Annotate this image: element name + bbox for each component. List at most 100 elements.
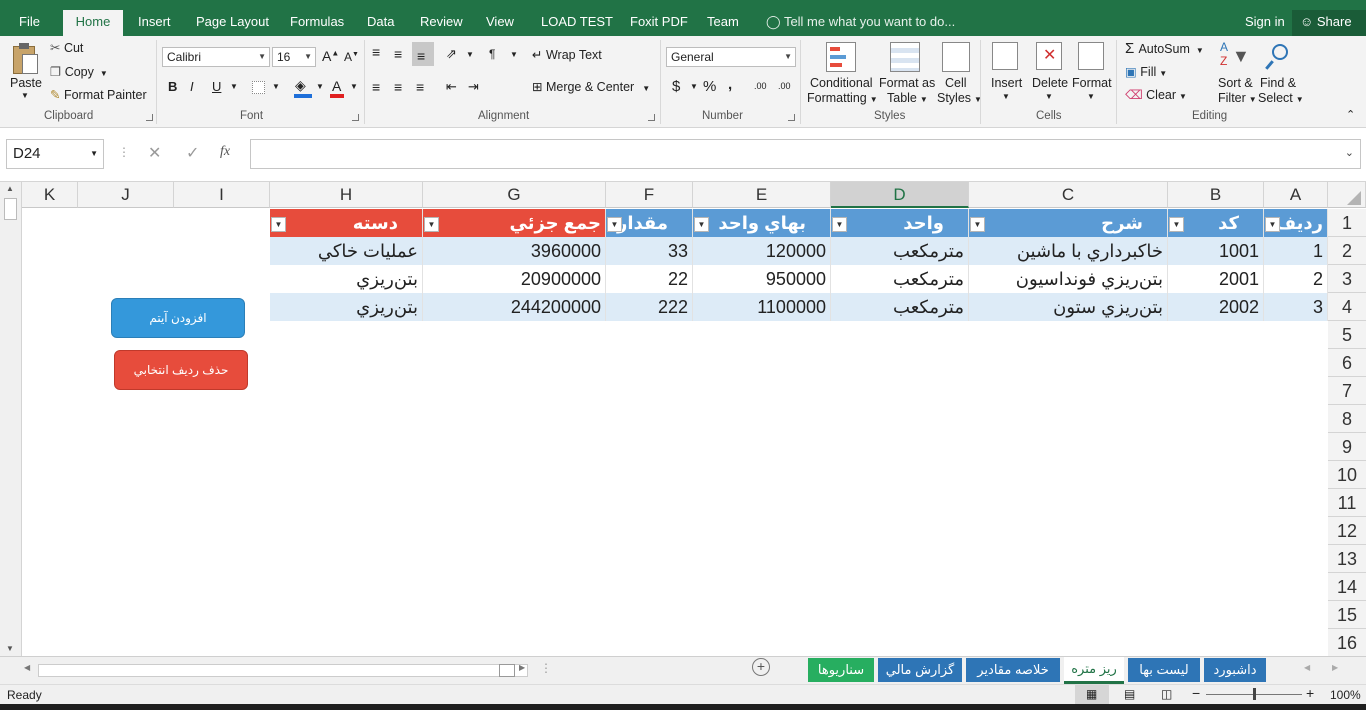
bottom-align-button[interactable]: ≡ (412, 42, 434, 66)
share-button[interactable]: ☺ Share (1292, 10, 1366, 36)
cell-category[interactable]: عمليات خاكي (270, 237, 423, 265)
align-left-icon[interactable]: ≡ (372, 79, 380, 95)
cell-unit[interactable]: مترمكعب (831, 293, 969, 321)
fill-dropdown-icon[interactable]: ▼ (316, 82, 324, 91)
worksheet-grid[interactable]: ▲ ▼ K J I H G F E D C B A 1 2 3 4 5 6 7 8 9 10 11 1… (0, 182, 1366, 657)
column-header[interactable]: I (174, 182, 270, 208)
tab-home[interactable]: Home (63, 10, 123, 36)
row-header[interactable]: 10 (1328, 461, 1366, 489)
sign-in-link[interactable]: Sign in (1245, 0, 1285, 36)
row-header[interactable]: 3 (1328, 265, 1366, 293)
vertical-scrollbar[interactable]: ▲ ▼ (0, 182, 22, 656)
chevron-down-icon[interactable]: ▼ (1045, 92, 1053, 101)
insert-cells-icon[interactable] (992, 42, 1018, 70)
formula-input[interactable]: ⌄ (250, 139, 1361, 169)
fill-button[interactable]: ▣ Fill ▼ (1125, 64, 1167, 79)
cell-subtotal[interactable]: 3960000 (423, 237, 606, 265)
scroll-right-icon[interactable]: ▶ (519, 663, 525, 672)
scroll-thumb[interactable] (4, 198, 17, 220)
filter-dropdown-icon[interactable]: ▼ (1169, 217, 1184, 232)
tab-scroll-right-icon[interactable]: ▶ (1332, 663, 1338, 672)
alignment-launcher-icon[interactable] (648, 114, 655, 121)
add-item-button[interactable]: افزودن آيتم (111, 298, 245, 338)
increase-decimal-button[interactable]: .00 (754, 81, 767, 91)
chevron-down-icon[interactable]: ▼ (1087, 92, 1095, 101)
sort-filter-button[interactable]: Sort & (1218, 76, 1253, 90)
filter-dropdown-icon[interactable]: ▼ (1265, 217, 1280, 232)
clipboard-launcher-icon[interactable] (146, 114, 153, 121)
filter-dropdown-icon[interactable]: ▼ (694, 217, 709, 232)
grow-font-button[interactable]: A▲ (322, 48, 339, 64)
page-break-view-icon[interactable]: ◫ (1161, 687, 1172, 701)
find-select-label2[interactable]: Select ▼ (1258, 91, 1304, 105)
cell-unit-price[interactable]: 1100000 (693, 293, 831, 321)
tab-team[interactable]: Team (707, 0, 739, 36)
row-header[interactable]: 2 (1328, 237, 1366, 265)
font-size-select[interactable]: 16 ▼ (272, 47, 316, 67)
cell-quantity[interactable]: 222 (606, 293, 693, 321)
font-name-select[interactable]: Calibri ▼ (162, 47, 270, 67)
row-header[interactable]: 5 (1328, 321, 1366, 349)
cell-unit-price[interactable]: 120000 (693, 237, 831, 265)
cell-subtotal[interactable]: 244200000 (423, 293, 606, 321)
header-subtotal[interactable]: جمع جزئي (423, 209, 606, 237)
row-header[interactable]: 6 (1328, 349, 1366, 377)
insert-function-icon[interactable]: fx (220, 144, 230, 160)
horizontal-scroll-thumb[interactable] (499, 664, 515, 677)
currency-dropdown-icon[interactable]: ▼ (690, 82, 698, 91)
tab-data[interactable]: Data (367, 0, 394, 36)
delete-cells-button[interactable]: Delete (1032, 76, 1068, 90)
row-header[interactable]: 1 (1328, 209, 1366, 237)
cell-category[interactable]: بتن‌ريزي (270, 293, 423, 321)
column-header[interactable]: F (606, 182, 693, 208)
align-right-icon[interactable]: ≡ (416, 79, 424, 95)
column-header[interactable]: G (423, 182, 606, 208)
sheet-tab-dashboard[interactable]: داشبورد (1204, 658, 1266, 682)
clear-button[interactable]: ⌫ Clear ▼ (1125, 87, 1187, 102)
paste-button[interactable]: Paste (10, 76, 42, 90)
normal-view-button[interactable]: ▦ (1075, 685, 1109, 705)
delete-row-button[interactable]: حذف رديف انتخابي (114, 350, 248, 390)
number-format-select[interactable]: General ▼ (666, 47, 796, 67)
zoom-out-icon[interactable]: − (1192, 685, 1200, 701)
tab-insert[interactable]: Insert (138, 0, 171, 36)
filter-dropdown-icon[interactable]: ▼ (271, 217, 286, 232)
tab-load-test[interactable]: LOAD TEST (541, 0, 613, 36)
copy-button[interactable]: ❐ Copy ▼ (50, 64, 108, 79)
cell-quantity[interactable]: 22 (606, 265, 693, 293)
number-launcher-icon[interactable] (788, 114, 795, 121)
tab-file[interactable]: File (19, 0, 40, 36)
sort-filter-icon[interactable]: A Z ▼ (1220, 40, 1250, 72)
header-description[interactable]: شرح (969, 209, 1168, 237)
header-category[interactable]: دسته (270, 209, 423, 237)
sheet-tab-financial-report[interactable]: گزارش مالي (878, 658, 962, 682)
cut-button[interactable]: ✂ Cut (50, 40, 83, 55)
tell-me-box[interactable]: ◯ Tell me what you want to do... (766, 0, 955, 36)
page-layout-view-icon[interactable]: ▤ (1124, 687, 1135, 701)
column-header[interactable]: K (22, 182, 78, 208)
row-header[interactable]: 13 (1328, 545, 1366, 573)
cell-row-no[interactable]: 3 (1264, 293, 1328, 321)
chevron-down-icon[interactable]: ▼ (1002, 92, 1010, 101)
decrease-decimal-button[interactable]: .00 (778, 81, 791, 91)
row-header[interactable]: 4 (1328, 293, 1366, 321)
collapse-ribbon-icon[interactable]: ⌃ (1346, 108, 1355, 121)
enter-icon[interactable]: ✓ (186, 143, 199, 163)
cell-description[interactable]: خاكبرداري با ماشين (969, 237, 1168, 265)
paste-dropdown-icon[interactable]: ▼ (21, 91, 29, 100)
tab-foxit-pdf[interactable]: Foxit PDF (630, 0, 688, 36)
cell-unit[interactable]: مترمكعب (831, 265, 969, 293)
row-header[interactable]: 15 (1328, 601, 1366, 629)
cell-row-no[interactable]: 2 (1264, 265, 1328, 293)
shrink-font-button[interactable]: A▼ (344, 50, 359, 64)
font-launcher-icon[interactable] (352, 114, 359, 121)
underline-button[interactable]: U (212, 79, 221, 94)
sheet-tab-scenarios[interactable]: سناريوها (808, 658, 874, 682)
orientation-dropdown-icon[interactable]: ▼ (466, 50, 474, 59)
column-header[interactable]: E (693, 182, 831, 208)
format-painter-button[interactable]: ✎ Format Painter (50, 87, 147, 102)
column-header[interactable]: J (78, 182, 174, 208)
format-cells-icon[interactable] (1078, 42, 1104, 70)
header-unit[interactable]: واحد (831, 209, 969, 237)
filter-dropdown-icon[interactable]: ▼ (424, 217, 439, 232)
